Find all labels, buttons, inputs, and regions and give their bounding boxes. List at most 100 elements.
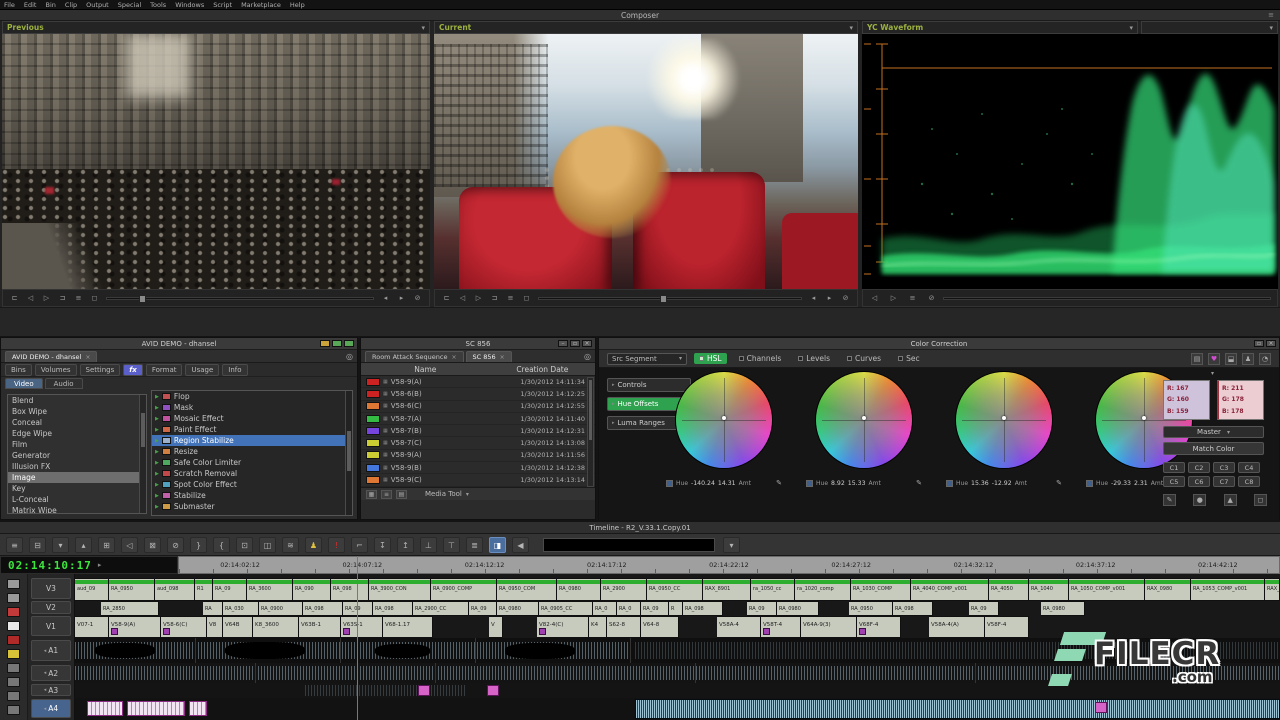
position-slider[interactable]: [943, 296, 1271, 300]
track-button-a1[interactable]: ◂ A1: [31, 640, 71, 661]
table-row[interactable]: ▦ V58-7(A) 1/30/2012 14:11:40: [361, 413, 595, 426]
timeline-clip[interactable]: aud_09: [75, 578, 109, 601]
table-row[interactable]: ▦ V58-9(B) 1/30/2012 14:12:38: [361, 462, 595, 475]
timeline-clip[interactable]: RA_0900_COMP: [431, 578, 497, 601]
ribbon-tab[interactable]: Settings: [79, 363, 121, 376]
cc-tool-icon[interactable]: ▲: [1223, 494, 1237, 506]
color-correction-titlebar[interactable]: Color Correction ▫ ×: [599, 338, 1279, 350]
timeline-clip[interactable]: V58A-4: [717, 616, 761, 638]
effect-row[interactable]: ▶ Resize: [152, 446, 352, 457]
checkbox-icon[interactable]: [847, 356, 853, 361]
timeline-side-icon[interactable]: [7, 607, 20, 617]
eyedropper-icon[interactable]: ✎: [916, 479, 922, 487]
target-icon[interactable]: ◎: [584, 352, 591, 361]
timeline-side-icon[interactable]: [7, 621, 20, 631]
menu-item[interactable]: Help: [290, 1, 305, 9]
track-button-a3[interactable]: ◂ A3: [31, 684, 71, 696]
timeline-tool-icon[interactable]: ↥: [397, 536, 414, 553]
timeline-clip[interactable]: RA_090: [293, 578, 331, 601]
transport-button-icon[interactable]: ▷: [888, 294, 899, 302]
timeline-clip[interactable]: [679, 616, 717, 638]
ribbon-tab[interactable]: Info: [222, 363, 248, 376]
track-button-a4[interactable]: ◂ A4: [31, 699, 71, 718]
effect-row[interactable]: ▶ Mask: [152, 402, 352, 413]
timeline-clip[interactable]: RA_4050: [989, 578, 1029, 601]
timeline-clip[interactable]: V: [489, 616, 503, 638]
timeline-tool-icon[interactable]: ≋: [282, 536, 299, 553]
color-wheel[interactable]: [816, 372, 912, 468]
timeline-clip[interactable]: V07-1: [75, 616, 109, 638]
timeline-tool-icon[interactable]: ⊡: [236, 536, 253, 553]
composer-titlebar[interactable]: Composer ≡: [0, 10, 1280, 21]
timeline-tool-icon[interactable]: ⊠: [144, 536, 161, 553]
transport-button-icon[interactable]: ⊘: [840, 294, 851, 302]
timeline-side-icon[interactable]: [7, 635, 20, 645]
timeline-clip[interactable]: R1: [195, 578, 213, 601]
timeline-clip[interactable]: RA_0980: [557, 578, 601, 601]
timeline-clip[interactable]: RA_09: [343, 601, 373, 616]
menu-item[interactable]: Bin: [45, 1, 55, 9]
close-icon[interactable]: ×: [85, 354, 90, 361]
timeline-clip[interactable]: [901, 616, 929, 638]
checkbox-icon[interactable]: [738, 356, 744, 361]
close-button[interactable]: [344, 340, 354, 347]
timeline-clip[interactable]: RA_098: [331, 578, 369, 601]
subtab[interactable]: Video: [5, 378, 43, 389]
pink-marker[interactable]: [418, 685, 430, 696]
master-dropdown[interactable]: Master ▾: [1163, 426, 1264, 438]
bin-tab[interactable]: Room Attack Sequence ×: [365, 351, 464, 362]
timeline-tool-icon[interactable]: ⊤: [443, 536, 460, 553]
timeline-clip[interactable]: V82-4(C): [537, 616, 589, 638]
correction-preset-button[interactable]: C6: [1188, 476, 1210, 487]
timeline-tool-icon[interactable]: ⊞: [98, 536, 115, 553]
maximize-button[interactable]: ▫: [570, 340, 580, 347]
timeline-clip[interactable]: RA_1050_COMP_v001: [1069, 578, 1145, 601]
column-date[interactable]: Creation Date: [490, 365, 595, 374]
timeline-clip[interactable]: RAX_8901: [703, 578, 751, 601]
sat-value[interactable]: -12.92: [992, 480, 1012, 487]
timeline-clip[interactable]: [433, 616, 489, 638]
timeline-clip[interactable]: V58-6(C): [161, 616, 207, 638]
transport-button-icon[interactable]: ◁: [25, 294, 36, 302]
ribbon-tab[interactable]: Volumes: [34, 363, 77, 376]
view-mode-icon[interactable]: ▦: [366, 489, 377, 499]
checkbox-icon[interactable]: [699, 356, 704, 361]
transport-button-icon[interactable]: ◁: [457, 294, 468, 302]
transport-button-icon[interactable]: ≡: [907, 294, 918, 302]
effect-category-row[interactable]: Conceal: [8, 417, 146, 428]
table-row[interactable]: ▦ V58-6(B) 1/30/2012 14:12:25: [361, 388, 595, 401]
scrollbar-thumb[interactable]: [141, 413, 145, 447]
table-row[interactable]: ▦ V58-6(C) 1/30/2012 14:12:55: [361, 401, 595, 413]
timeline-clip[interactable]: RA_098: [303, 601, 343, 616]
transport-button-icon[interactable]: ⊘: [926, 294, 937, 302]
checkbox-icon[interactable]: [898, 356, 904, 361]
timeline-clip[interactable]: [723, 601, 747, 616]
effect-row[interactable]: ▶ Paint Effect: [152, 424, 352, 435]
pink-clip[interactable]: [127, 701, 185, 716]
timeline-side-icon[interactable]: [7, 663, 20, 673]
cc-mode-tab[interactable]: HSL: [694, 353, 727, 364]
timeline-clip[interactable]: RA_0905_CC: [539, 601, 593, 616]
pink-marker[interactable]: [487, 685, 499, 696]
transport-button-icon[interactable]: ⊐: [489, 294, 500, 302]
timeline-clip[interactable]: [503, 616, 537, 638]
timeline-clip[interactable]: ra_1020_comp: [795, 578, 851, 601]
timeline-clip[interactable]: RA_2900_CC: [413, 601, 469, 616]
timeline-clip[interactable]: V64B: [223, 616, 253, 638]
timeline-tool-icon[interactable]: }: [190, 536, 207, 553]
timeline-clip[interactable]: RAX_0980: [1145, 578, 1191, 601]
timeline-ruler[interactable]: 02:14:02:12 02:14:07:12 02:14:12:12 02:14:1…: [178, 556, 1280, 574]
timeline-clip[interactable]: [999, 601, 1041, 616]
subtab[interactable]: Audio: [44, 378, 83, 389]
timeline-tool-icon[interactable]: ♟: [305, 536, 322, 553]
transport-button-icon[interactable]: ⊏: [441, 294, 452, 302]
pink-clip[interactable]: [189, 701, 207, 716]
correction-preset-button[interactable]: C7: [1213, 476, 1235, 487]
menu-item[interactable]: File: [4, 1, 15, 9]
timeline-clip[interactable]: RA_3600: [247, 578, 293, 601]
toolbar-icon[interactable]: ♟: [1242, 352, 1254, 365]
menu-item[interactable]: Tools: [150, 1, 166, 9]
enable-icon[interactable]: [1086, 479, 1093, 487]
timeline-clip[interactable]: ra_1050_cc: [751, 578, 795, 601]
color-wheel[interactable]: [676, 372, 772, 468]
